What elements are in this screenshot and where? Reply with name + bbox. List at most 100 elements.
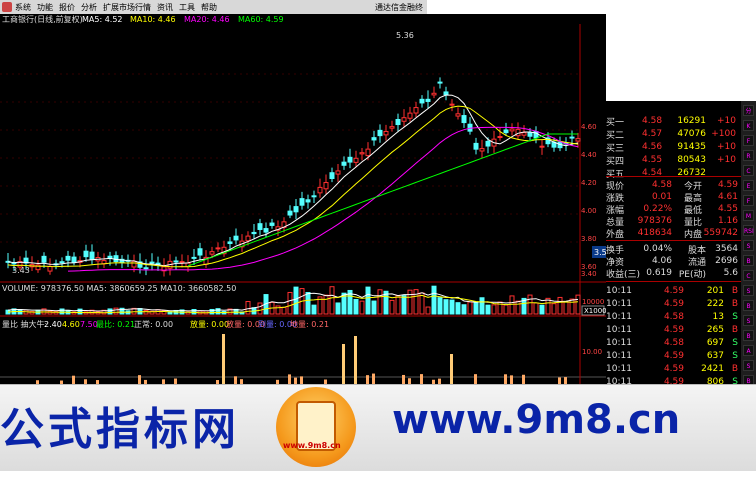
candle-body (209, 251, 215, 255)
menu-tools[interactable]: 工具 (179, 2, 201, 13)
stat-value-2: 4.55 (717, 204, 738, 214)
sidebar-tool-icon[interactable]: C (743, 165, 754, 176)
sidebar-tool-icon[interactable]: RSI (743, 225, 754, 236)
indicator-bar (564, 377, 567, 384)
sidebar-tool-icon[interactable]: 分 (743, 105, 754, 116)
menu-ext-market[interactable]: 扩展市场行情 (103, 2, 157, 13)
menu-help[interactable]: 帮助 (201, 2, 223, 13)
sidebar-tool-icon[interactable]: A (743, 345, 754, 356)
indicator-header: 量比 抽大牛: 2.40 4.60 7.50 最比: 0.21 正常: 0.00… (2, 319, 329, 329)
price-axis-6: 3.40 (581, 270, 597, 278)
candle-body (341, 161, 347, 166)
indicator-bar (288, 374, 291, 384)
order-row: 买二 4.57 47076 +100 (606, 128, 741, 141)
order-change: +10 (717, 142, 736, 152)
tick-volume: 13 (712, 312, 724, 322)
sidebar-tool-icon[interactable]: F (743, 135, 754, 146)
tick-side: S (732, 312, 738, 322)
indicator-bar (234, 376, 237, 384)
candle-body (269, 222, 275, 226)
menu-function[interactable]: 功能 (37, 2, 59, 13)
indicator-bar (300, 376, 303, 384)
volume-bar (143, 309, 149, 315)
order-label: 买三 (606, 143, 625, 154)
price-axis-4: 3.80 (581, 235, 597, 243)
tick-row: 10:11 4.59 265 B (606, 324, 741, 336)
stat-row: 现价 4.58 今开 4.59 (606, 179, 741, 192)
candle-body (233, 235, 239, 241)
candle-body (425, 98, 431, 102)
volume-bar (557, 296, 563, 315)
volume-bar (365, 286, 371, 315)
menu-system[interactable]: 系统 (15, 2, 37, 13)
candle-body (113, 255, 119, 263)
tick-time: 10:11 (606, 312, 632, 322)
fund-value-2: 5.6 (723, 268, 738, 278)
kline-chart[interactable]: 工商银行(日线,前复权) MA5: 4.52 MA10: 4.46 MA20: … (0, 14, 606, 418)
tick-volume: 2421 (701, 364, 724, 374)
sidebar-tool-icon[interactable]: R (743, 150, 754, 161)
tick-row: 10:11 4.59 2421 B (606, 363, 741, 375)
candle-body (347, 156, 353, 163)
menu-info[interactable]: 资讯 (157, 2, 179, 13)
tick-time: 10:11 (606, 299, 632, 309)
volume-bar (575, 294, 581, 315)
fund-row: 净资 4.06 流通 2696 (606, 255, 741, 268)
indicator-val-2: 4.60 (62, 320, 80, 329)
stat-value-2: 4.61 (717, 192, 738, 202)
volume-bar (257, 302, 263, 315)
candle-body (455, 113, 461, 117)
volume-bar (377, 289, 383, 315)
tick-time: 10:11 (606, 325, 632, 335)
sidebar-tool-icon[interactable]: S (743, 315, 754, 326)
candle-body (479, 148, 485, 152)
menu-quote[interactable]: 报价 (59, 2, 81, 13)
candle-body (323, 182, 329, 190)
volume-bar (551, 303, 557, 315)
indicator-bar (510, 375, 513, 384)
candle-body (497, 136, 503, 139)
tick-price: 4.59 (663, 351, 684, 361)
sidebar-tool-icon[interactable]: B (743, 300, 754, 311)
candle-body (89, 251, 95, 260)
sidebar-tool-icon[interactable]: C (743, 270, 754, 281)
menu-bar: 系统 功能 报价 分析 扩展市场行情 资讯 工具 帮助 通达信金融终 (0, 0, 427, 14)
candle-body (41, 255, 47, 263)
sidebar-tool-icon[interactable]: B (743, 255, 754, 266)
menu-analysis[interactable]: 分析 (81, 2, 103, 13)
sidebar-tool-icon[interactable]: B (743, 330, 754, 341)
candle-body (395, 119, 401, 126)
price-axis-1: 4.40 (581, 151, 597, 159)
volume-bar (527, 294, 533, 315)
sidebar-tool-icon[interactable]: E (743, 180, 754, 191)
tick-volume: 637 (706, 351, 724, 361)
ma20-label: MA20: 4.46 (184, 15, 230, 24)
sidebar-tool-icon[interactable]: S (743, 285, 754, 296)
tick-row: 10:11 4.59 222 B (606, 298, 741, 310)
order-label: 买四 (606, 156, 625, 167)
sidebar-tool-icon[interactable]: F (743, 195, 754, 206)
candle-body (359, 152, 365, 155)
stat-row: 涨幅 0.22% 最低 4.55 (606, 203, 741, 216)
candle-body (419, 98, 425, 104)
watermark-banner: 公式指标网 www.9m8.cn www.9m8.cn (0, 384, 756, 471)
volume-bar (539, 304, 545, 315)
volume-bar (563, 301, 569, 315)
order-row: 买一 4.58 16291 +10 (606, 115, 741, 128)
tick-row: 10:11 4.58 697 S (606, 337, 741, 349)
high-price-label: 5.36 (396, 31, 414, 40)
volume-bar (461, 304, 467, 315)
tick-side: B (731, 286, 738, 296)
volume-bar (287, 291, 293, 315)
candle-body (65, 255, 71, 261)
stat-value-2: 559742 (703, 228, 738, 238)
sidebar-tool-icon[interactable]: K (743, 120, 754, 131)
sidebar-tool-icon[interactable]: S (743, 240, 754, 251)
volume-bar (455, 302, 461, 315)
volume-bar (401, 295, 407, 315)
tick-price: 4.59 (663, 299, 684, 309)
sidebar-tool-icon[interactable]: M (743, 210, 754, 221)
sidebar-tool-icon[interactable]: S (743, 360, 754, 371)
candle-body (287, 210, 293, 216)
tick-price: 4.59 (663, 325, 684, 335)
